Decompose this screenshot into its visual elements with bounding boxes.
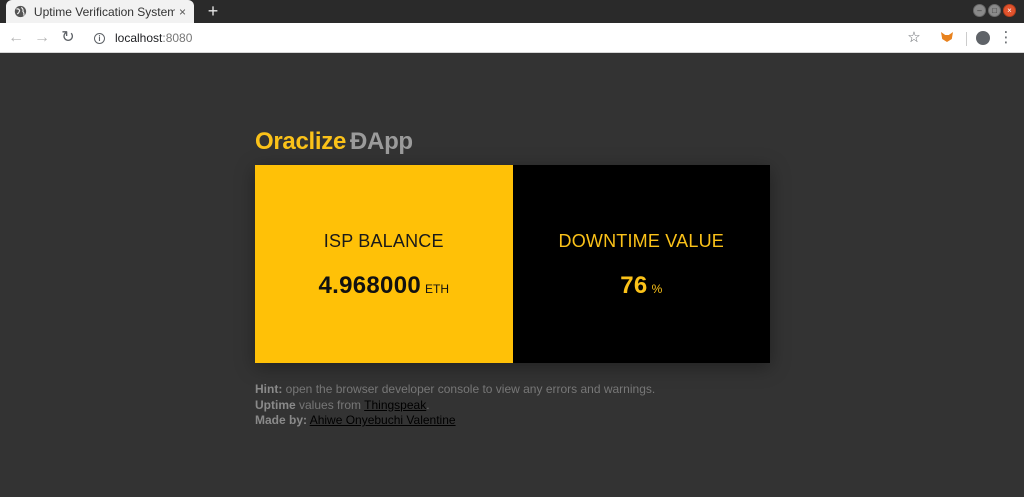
page-title: Oraclize ĐApp: [255, 128, 413, 156]
uptime-text: values from: [295, 397, 365, 412]
url-host: localhost: [115, 31, 163, 45]
isp-balance-value: 4.968000: [318, 271, 421, 299]
window-controls: – □ ×: [973, 4, 1016, 17]
reload-button[interactable]: ↻: [57, 27, 79, 49]
browser-tab[interactable]: Uptime Verification System ×: [6, 0, 194, 23]
new-tab-button[interactable]: +: [204, 0, 222, 23]
tab-title: Uptime Verification System: [33, 4, 175, 19]
made-by-label: Made by:: [255, 413, 308, 427]
hint-label: Hint:: [255, 382, 283, 396]
metamask-extension-button[interactable]: [938, 27, 956, 49]
isp-balance-value-row: 4.968000 ETH: [318, 272, 449, 300]
downtime-value-row: 76 %: [620, 272, 662, 300]
fox-icon: [941, 32, 953, 42]
minimize-button[interactable]: –: [973, 4, 986, 17]
browser-toolbar: ← → ↻ i localhost:8080 ☆ ⋮: [0, 23, 1024, 53]
title-brand: Oraclize: [255, 128, 346, 155]
maximize-button[interactable]: □: [988, 4, 1001, 17]
hint-line: Hint: open the browser developer console…: [255, 382, 655, 398]
site-info-icon[interactable]: i: [94, 32, 105, 44]
downtime-value: 76: [620, 271, 648, 299]
page-footer: Hint: open the browser developer console…: [255, 382, 655, 429]
stats-cards: ISP BALANCE 4.968000 ETH DOWNTIME VALUE …: [255, 165, 770, 363]
uptime-line: Uptime values from Thingspeak.: [255, 398, 655, 414]
downtime-label: DOWNTIME VALUE: [558, 230, 724, 251]
address-bar[interactable]: i localhost:8080: [86, 27, 896, 49]
window-close-button[interactable]: ×: [1003, 4, 1016, 17]
isp-balance-unit: ETH: [425, 281, 449, 296]
back-button[interactable]: ←: [5, 27, 27, 49]
profile-button[interactable]: [974, 27, 992, 49]
isp-balance-card: ISP BALANCE 4.968000 ETH: [255, 165, 513, 363]
thingspeak-link[interactable]: Thingspeak: [364, 398, 426, 412]
bookmark-star-icon[interactable]: ☆: [905, 27, 923, 49]
hint-text: open the browser developer console to vi…: [282, 382, 656, 396]
isp-balance-label: ISP BALANCE: [323, 230, 444, 251]
tab-close-icon[interactable]: ×: [179, 5, 186, 19]
forward-button[interactable]: →: [31, 27, 53, 49]
downtime-card: DOWNTIME VALUE 76 %: [512, 165, 770, 363]
account-icon: [976, 31, 990, 45]
downtime-unit: %: [651, 281, 663, 296]
toolbar-divider: [966, 32, 967, 46]
uptime-end: .: [426, 397, 430, 412]
author-link[interactable]: Ahiwe Onyebuchi Valentine: [310, 413, 456, 427]
url-port: :8080: [162, 31, 193, 45]
uptime-label: Uptime: [255, 397, 296, 412]
browser-menu-button[interactable]: ⋮: [998, 27, 1014, 49]
globe-icon: [14, 5, 27, 18]
made-by-line: Made by: Ahiwe Onyebuchi Valentine: [255, 413, 655, 429]
browser-tab-bar: Uptime Verification System × + – □ ×: [0, 0, 1024, 23]
title-dapp: ĐApp: [350, 128, 413, 155]
